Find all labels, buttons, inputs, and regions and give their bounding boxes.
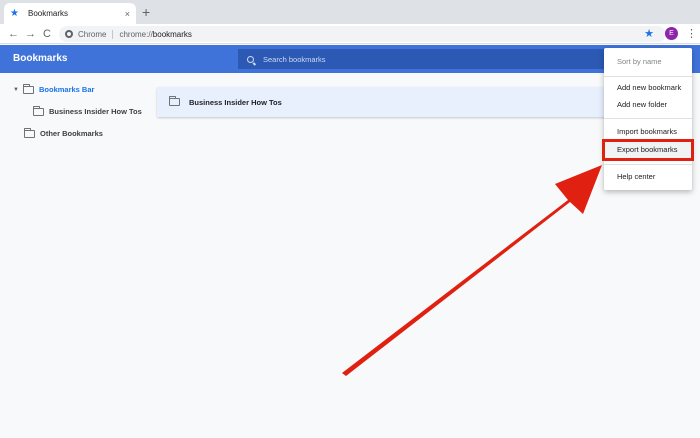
menu-item-export[interactable]: Export bookmarks xyxy=(605,142,691,158)
browser-toolbar: ← → C Chrome chrome://bookmarks ★ E ⋮ xyxy=(0,24,700,44)
site-chip: Chrome xyxy=(78,29,114,39)
url-text: chrome://bookmarks xyxy=(119,29,192,39)
folder-icon xyxy=(169,96,180,106)
bookmark-list: Business Insider How Tos xyxy=(157,87,617,117)
page-title: Bookmarks xyxy=(13,53,68,64)
forward-icon[interactable]: → xyxy=(25,26,36,42)
menu-item-import[interactable]: Import bookmarks xyxy=(604,124,692,140)
reload-icon[interactable]: C xyxy=(43,26,51,42)
organize-menu: Sort by name Add new bookmark Add new fo… xyxy=(604,48,692,190)
arrow-shape xyxy=(342,165,602,376)
menu-item-help[interactable]: Help center xyxy=(604,169,692,185)
browser-menu-icon[interactable]: ⋮ xyxy=(686,26,697,42)
menu-item-add-folder[interactable]: Add new folder xyxy=(604,97,692,113)
sidebar-item-label: Business Insider How Tos xyxy=(49,107,142,116)
folder-icon xyxy=(23,83,34,94)
profile-avatar[interactable]: E xyxy=(665,27,678,40)
sidebar-item-other-bookmarks[interactable]: Other Bookmarks xyxy=(24,127,103,138)
menu-divider xyxy=(604,118,692,119)
address-bar[interactable]: Chrome chrome://bookmarks ★ xyxy=(59,26,666,42)
folder-icon xyxy=(24,127,35,138)
search-input[interactable]: Search bookmarks xyxy=(238,49,604,69)
bookmarks-header: Bookmarks Search bookmarks xyxy=(0,45,700,73)
chrome-icon xyxy=(65,30,73,38)
sidebar-item-business-insider[interactable]: Business Insider How Tos xyxy=(33,105,142,116)
list-item[interactable]: Business Insider How Tos xyxy=(157,87,617,117)
export-highlight-box: Export bookmarks xyxy=(602,139,694,161)
menu-divider xyxy=(604,164,692,165)
back-icon[interactable]: ← xyxy=(8,26,19,42)
search-icon xyxy=(247,55,254,63)
close-icon[interactable]: × xyxy=(125,9,130,19)
sidebar-item-bookmarks-bar[interactable]: ▼ Bookmarks Bar xyxy=(13,83,95,94)
star-icon: ★ xyxy=(10,8,19,19)
menu-item-add-bookmark[interactable]: Add new bookmark xyxy=(604,80,692,96)
sidebar-item-label: Other Bookmarks xyxy=(40,129,103,138)
menu-divider xyxy=(604,76,692,77)
bookmark-star-icon[interactable]: ★ xyxy=(644,26,654,42)
folder-icon xyxy=(33,105,44,116)
tab-strip: ★ Bookmarks × + xyxy=(0,0,700,24)
list-item-label: Business Insider How Tos xyxy=(189,97,282,107)
new-tab-button[interactable]: + xyxy=(142,4,150,20)
search-placeholder: Search bookmarks xyxy=(263,54,326,64)
caret-down-icon[interactable]: ▼ xyxy=(13,87,23,93)
sidebar-item-label: Bookmarks Bar xyxy=(39,85,95,94)
tab-title: Bookmarks xyxy=(28,9,69,18)
menu-item-sort-by-name[interactable]: Sort by name xyxy=(604,54,692,70)
tab-bookmarks[interactable]: ★ Bookmarks × xyxy=(4,3,136,24)
